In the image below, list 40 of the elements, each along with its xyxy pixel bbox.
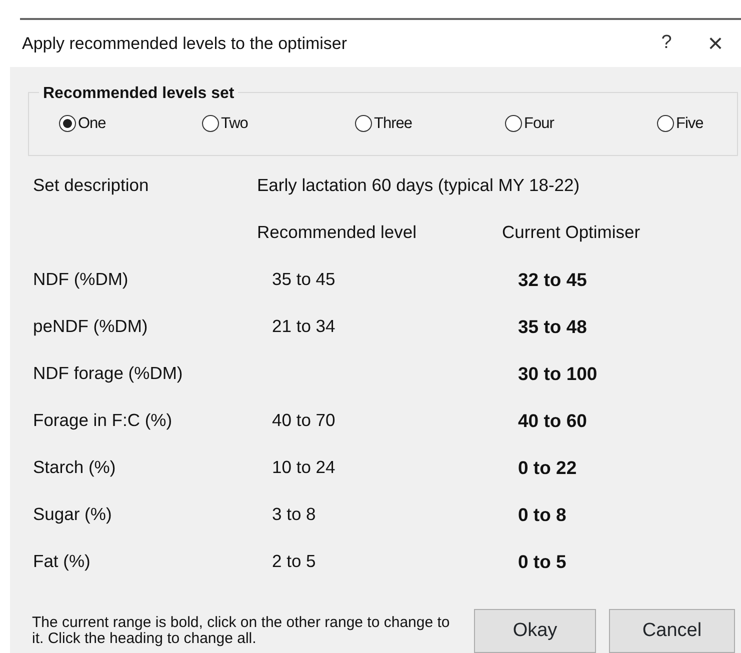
help-button[interactable]: ? [643,29,690,58]
radio-button[interactable] [202,115,219,132]
set-description-value: Early lactation 60 days (typical MY 18-22) [257,174,580,198]
current-range[interactable]: 40 to 60 [518,410,587,431]
window-title: Apply recommended levels to the optimiser [22,32,348,55]
recommended-range[interactable]: 35 to 45 [272,269,336,290]
row-label: peNDF (%DM) [33,316,148,336]
row-label: NDF forage (%DM) [33,363,183,384]
current-range[interactable]: 0 to 22 [518,456,577,478]
current-range[interactable]: 0 to 5 [518,550,566,572]
close-button[interactable]: × [690,24,741,63]
radio-label[interactable]: Two [221,112,248,136]
column-heading[interactable]: Recommended level [257,219,502,246]
radio-button[interactable] [657,115,674,132]
recommended-range[interactable]: 21 to 34 [272,316,336,336]
recommended-range[interactable]: 2 to 5 [272,551,316,572]
radio-label[interactable]: Three [374,112,412,136]
radio-button[interactable] [355,115,372,132]
recommended-range[interactable]: 10 to 24 [272,457,336,478]
radio-button[interactable] [59,115,76,132]
row-label: Starch (%) [33,457,116,478]
row-label: NDF (%DM) [33,269,128,290]
radio-label[interactable]: Five [676,112,704,136]
radio-label[interactable]: One [78,112,106,136]
field-label: Set description [33,174,150,198]
current-range[interactable]: 0 to 8 [518,504,566,525]
row-label: Fat (%) [33,551,90,572]
recommended-range[interactable]: 40 to 70 [272,410,336,430]
current-range[interactable]: 35 to 48 [518,316,587,337]
recommended-range[interactable]: 3 to 8 [272,504,316,524]
row-label: Forage in F:C (%) [33,410,172,430]
radio-label[interactable]: Four [524,112,554,136]
current-range[interactable]: 30 to 100 [518,362,598,384]
current-range[interactable]: 32 to 45 [518,268,587,290]
radio-button[interactable] [505,115,522,132]
cancel-button[interactable]: Cancel [609,609,735,653]
column-heading[interactable]: Current Optimiser [502,219,640,246]
row-label: Sugar (%) [33,504,112,524]
hint-text: The current range is bold, click on the other range to change to it. Click the heading to change all. [32,615,451,647]
okay-button[interactable]: Okay [474,609,596,653]
